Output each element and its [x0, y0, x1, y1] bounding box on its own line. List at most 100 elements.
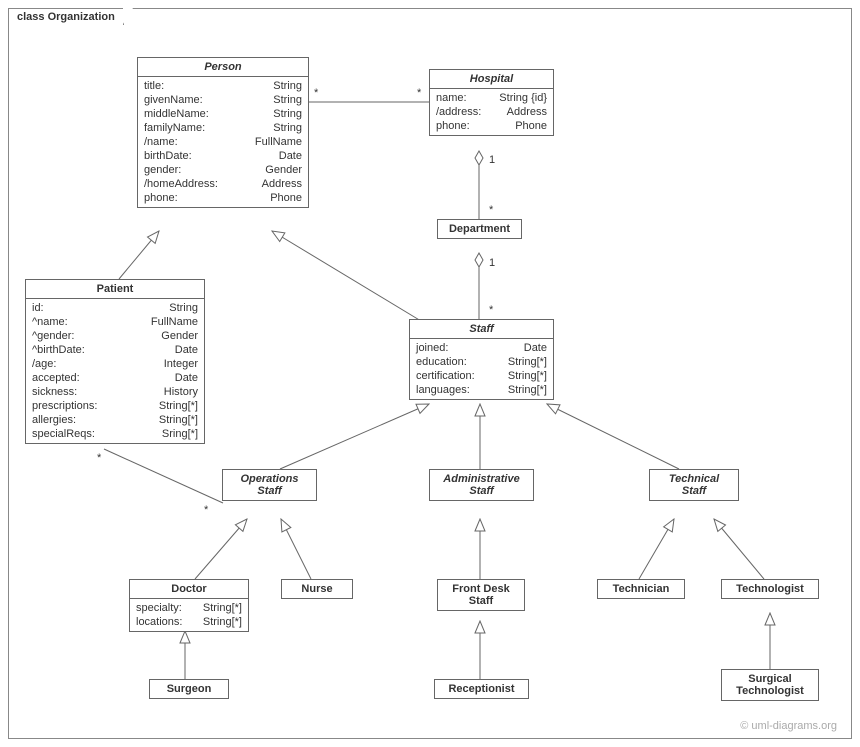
class-title: Person — [138, 58, 308, 77]
attr-row: /age:Integer — [32, 357, 198, 371]
attr-row: ^name:FullName — [32, 315, 198, 329]
attr-name: certification: — [416, 369, 481, 383]
class-title: Surgeon — [150, 680, 228, 698]
attr-name: birthDate: — [144, 149, 198, 163]
class-technologist: Technologist — [721, 579, 819, 599]
class-title: Operations Staff — [223, 470, 316, 500]
attr-type: Gender — [161, 329, 198, 343]
class-title: Hospital — [430, 70, 553, 89]
attr-name: joined: — [416, 341, 454, 355]
attr-type: FullName — [151, 315, 198, 329]
attr-row: sickness: History — [32, 385, 198, 399]
attr-name: /address: — [436, 105, 487, 119]
attr-name: familyName: — [144, 121, 211, 135]
class-attrs: title:StringgivenName: String middleName: S… — [138, 77, 308, 207]
attr-name: name: — [436, 91, 473, 105]
attr-type: String — [273, 79, 302, 93]
attr-type: Phone — [270, 191, 302, 205]
attr-row: locations:String[*] — [136, 615, 242, 629]
attr-type: History — [164, 385, 198, 399]
attr-row: title:String — [144, 79, 302, 93]
class-staff: Staff joined:Dateeducation:String[*]cert… — [409, 319, 554, 400]
attr-row: /address:Address — [436, 105, 547, 119]
class-title: Nurse — [282, 580, 352, 598]
attr-name: prescriptions: — [32, 399, 103, 413]
attr-name: /homeAddress: — [144, 177, 224, 191]
class-title: Technical Staff — [650, 470, 738, 500]
mult-dept-staff-bot: * — [489, 304, 493, 316]
class-title: Administrative Staff — [430, 470, 533, 500]
attr-name: id: — [32, 301, 50, 315]
class-attrs: specialty: String[*]locations:String[*] — [130, 599, 248, 631]
attr-name: sickness: — [32, 385, 83, 399]
mult-dept-staff-top: 1 — [489, 257, 495, 269]
attr-type: String — [273, 121, 302, 135]
attr-row: specialty: String[*] — [136, 601, 242, 615]
class-patient: Patient id:String^name:FullName^gender:G… — [25, 279, 205, 444]
class-surgical-technologist: Surgical Technologist — [721, 669, 819, 701]
attr-name: middleName: — [144, 107, 215, 121]
class-hospital: Hospital name:String {id}/address:Addres… — [429, 69, 554, 136]
class-attrs: id:String^name:FullName^gender:Gender^bi… — [26, 299, 204, 443]
mult-patient-ops-left: * — [97, 452, 101, 464]
class-department: Department — [437, 219, 522, 239]
attr-row: phone: Phone — [144, 191, 302, 205]
attr-row: middleName: String — [144, 107, 302, 121]
attr-name: specialReqs: — [32, 427, 101, 441]
attr-name: givenName: — [144, 93, 209, 107]
class-attrs: name:String {id}/address:Addressphone: Ph… — [430, 89, 553, 135]
attr-row: ^gender:Gender — [32, 329, 198, 343]
attr-type: String[*] — [508, 355, 547, 369]
attr-row: prescriptions: String[*] — [32, 399, 198, 413]
attr-type: Phone — [515, 119, 547, 133]
attr-name: allergies: — [32, 413, 82, 427]
attr-name: education: — [416, 355, 473, 369]
attr-type: Gender — [265, 163, 302, 177]
attr-row: joined: Date — [416, 341, 547, 355]
attr-name: gender: — [144, 163, 187, 177]
watermark: © uml-diagrams.org — [740, 720, 837, 732]
mult-hospital-dept-bot: * — [489, 204, 493, 216]
attr-type: String[*] — [508, 383, 547, 397]
attr-row: /homeAddress: Address — [144, 177, 302, 191]
attr-name: locations: — [136, 615, 188, 629]
attr-row: givenName: String — [144, 93, 302, 107]
attr-name: phone: — [436, 119, 476, 133]
attr-row: accepted:Date — [32, 371, 198, 385]
class-administrative-staff: Administrative Staff — [429, 469, 534, 501]
class-title: Technician — [598, 580, 684, 598]
attr-type: Date — [524, 341, 547, 355]
attr-type: Address — [262, 177, 302, 191]
attr-row: phone: Phone — [436, 119, 547, 133]
attr-type: Date — [175, 343, 198, 357]
attr-type: String[*] — [159, 413, 198, 427]
attr-name: phone: — [144, 191, 184, 205]
class-operations-staff: Operations Staff — [222, 469, 317, 501]
attr-row: education: String[*] — [416, 355, 547, 369]
class-title: Front Desk Staff — [438, 580, 524, 610]
attr-type: String[*] — [508, 369, 547, 383]
attr-type: String[*] — [159, 399, 198, 413]
package-tab: class Organization — [8, 8, 124, 25]
attr-type: String[*] — [203, 601, 242, 615]
class-title: Department — [438, 220, 521, 238]
class-technician: Technician — [597, 579, 685, 599]
attr-row: gender: Gender — [144, 163, 302, 177]
attr-name: specialty: — [136, 601, 188, 615]
attr-type: String — [273, 107, 302, 121]
attr-type: Sring[*] — [162, 427, 198, 441]
class-title: Surgical Technologist — [722, 670, 818, 700]
class-title: Patient — [26, 280, 204, 299]
attr-row: allergies: String[*] — [32, 413, 198, 427]
attr-name: /name: — [144, 135, 184, 149]
attr-name: languages: — [416, 383, 476, 397]
attr-row: certification: String[*] — [416, 369, 547, 383]
mult-person-hospital-right: * — [417, 87, 421, 99]
attr-type: String — [273, 93, 302, 107]
class-receptionist: Receptionist — [434, 679, 529, 699]
attr-row: id:String — [32, 301, 198, 315]
attr-row: name:String {id} — [436, 91, 547, 105]
mult-person-hospital-left: * — [314, 87, 318, 99]
class-title: Receptionist — [435, 680, 528, 698]
class-title: Technologist — [722, 580, 818, 598]
